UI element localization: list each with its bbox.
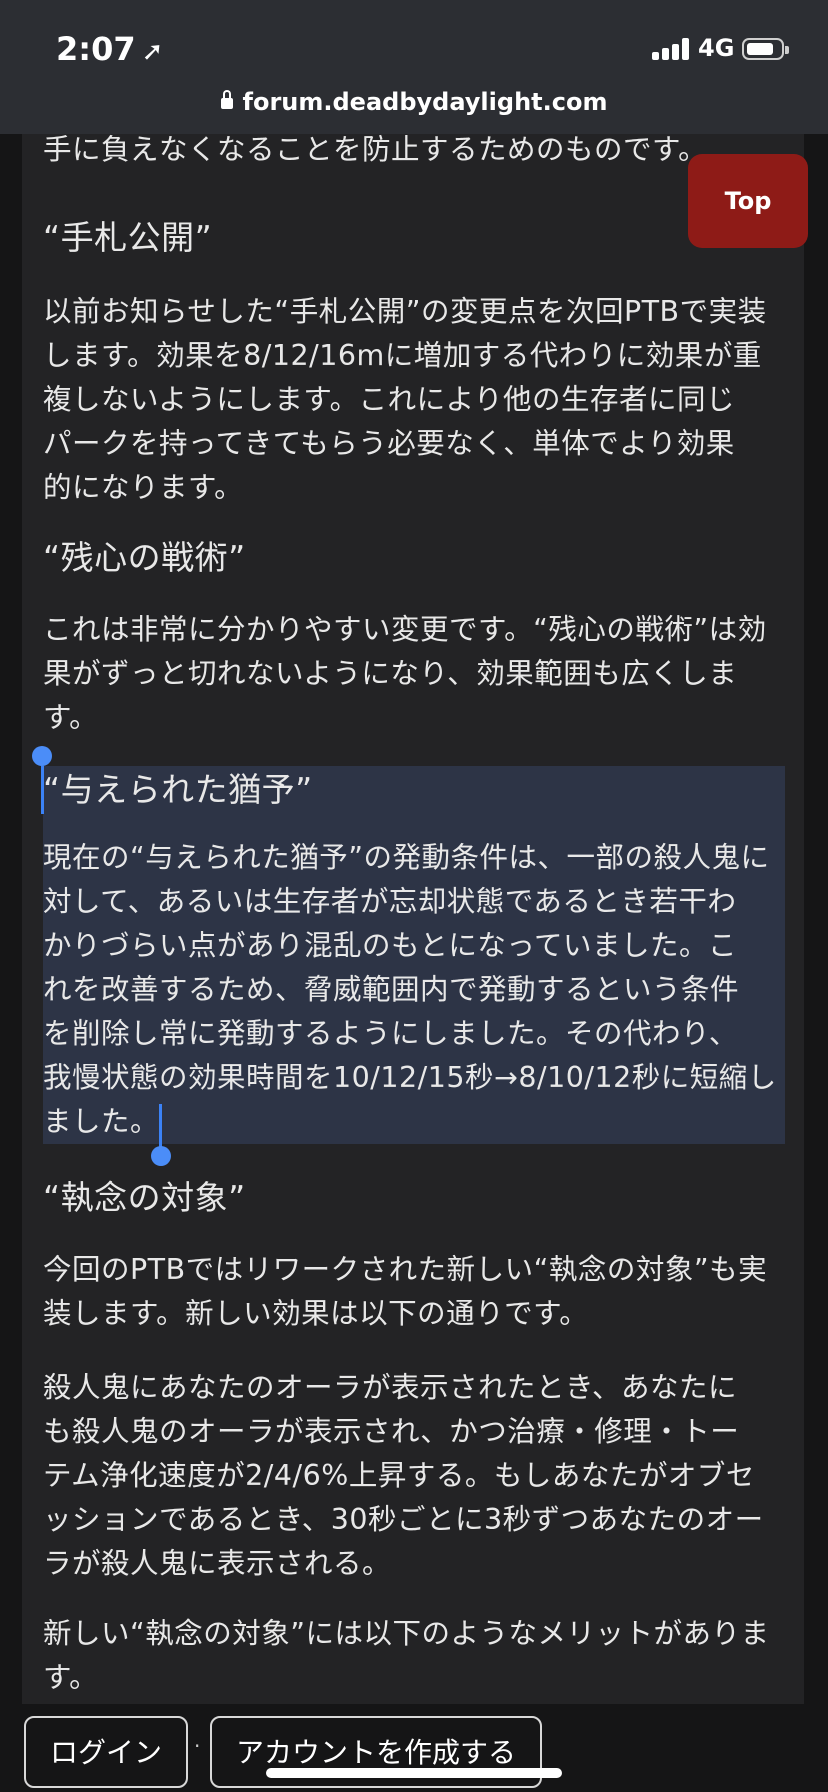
url-text: forum.deadbydaylight.com: [242, 88, 608, 116]
battery-icon: [742, 38, 789, 60]
selection-start-caret: [41, 766, 44, 814]
location-arrow-icon: ➚: [141, 37, 164, 67]
clock: 2:07 ➚: [56, 30, 164, 68]
lock-icon: [220, 90, 233, 109]
network-type: 4G: [698, 34, 735, 62]
section-heading: “残心の戦術”: [43, 538, 246, 577]
status-bar: 2:07 ➚ 4G forum.deadbydaylight.com: [0, 0, 828, 134]
section-paragraph: 以前お知らせした“手札公開”の変更点を次回PTBで実装 します。効果を8/12/…: [43, 295, 767, 504]
selection-end-caret: [159, 1104, 162, 1152]
signal-strength-icon: [652, 38, 692, 60]
selection-start-handle[interactable]: [32, 746, 52, 766]
bottom-auth-bar: ログイン · アカウントを作成する: [0, 1704, 828, 1792]
section-paragraph: 殺人鬼にあなたのオーラが表示されたとき、あなたに も殺人鬼のオーラが表示され、か…: [43, 1371, 764, 1580]
section-heading: “執念の対象”: [43, 1178, 246, 1217]
home-indicator[interactable]: [266, 1768, 562, 1778]
section-heading: “手札公開”: [43, 218, 213, 257]
section-paragraph: 今回のPTBではリワークされた新しい“執念の対象”も実 装します。新しい効果は以…: [43, 1253, 768, 1330]
separator: ·: [194, 1734, 201, 1758]
section-paragraph: 現在の“与えられた猶予”の発動条件は、一部の殺人鬼に 対して、あるいは生存者が忘…: [43, 841, 777, 1138]
section-paragraph: これは非常に分かりやすい変更です。“残心の戦術”は効 果がずっと切れないようにな…: [43, 613, 767, 734]
address-bar[interactable]: forum.deadbydaylight.com: [0, 88, 828, 116]
selection-end-handle[interactable]: [151, 1146, 171, 1166]
section-paragraph: 新しい“執念の対象”には以下のようなメリットがありま す。: [43, 1617, 770, 1694]
article-partial-line: 手に負えなくなることを防止するためのものです。: [43, 133, 708, 166]
scroll-to-top-button[interactable]: Top: [688, 154, 808, 248]
section-heading: “与えられた猶予”: [43, 770, 313, 809]
login-button[interactable]: ログイン: [24, 1716, 188, 1788]
